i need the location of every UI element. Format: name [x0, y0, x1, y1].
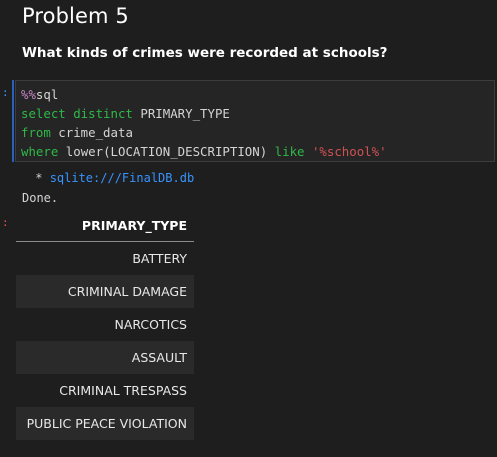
code-from-keyword: from [21, 125, 51, 140]
code-text[interactable]: %%sql select distinct PRIMARY_TYPE from … [21, 85, 387, 161]
connection-prefix: * [28, 171, 50, 185]
table-row: BATTERY [16, 242, 194, 276]
output-prompt: : [2, 216, 9, 229]
table-cell: BATTERY [132, 251, 187, 266]
problem-heading: Problem 5 [22, 4, 129, 28]
notebook-page: Problem 5 What kinds of crimes were reco… [0, 0, 497, 457]
code-from-table: crime_data [50, 125, 133, 140]
connection-line: * sqlite:///FinalDB.db [28, 171, 194, 185]
table-cell: NARCOTICS [114, 317, 187, 332]
connection-url[interactable]: sqlite:///FinalDB.db [50, 171, 195, 185]
problem-question: What kinds of crimes were recorded at sc… [22, 45, 388, 61]
code-magic-prefix: %% [21, 87, 36, 102]
table-cell: CRIMINAL DAMAGE [16, 275, 194, 308]
result-table: PRIMARY_TYPE BATTERY CRIMINAL DAMAGE NAR… [16, 209, 194, 440]
table-row: NARCOTICS [16, 308, 194, 341]
code-select-column: PRIMARY_TYPE [132, 106, 230, 121]
table-row: ASSAULT [16, 341, 194, 374]
table-row: PUBLIC PEACE VIOLATION [16, 407, 194, 440]
cell-focus-bar [12, 80, 14, 162]
table-cell: ASSAULT [16, 341, 194, 374]
code-select-keyword: select distinct [21, 106, 133, 121]
table-cell: PUBLIC PEACE VIOLATION [16, 407, 194, 440]
code-magic-word: sql [35, 87, 59, 102]
code-cell-editor[interactable]: %%sql select distinct PRIMARY_TYPE from … [15, 80, 495, 162]
column-header-primary-type: PRIMARY_TYPE [16, 209, 194, 242]
code-pattern-string: '%school%' [311, 144, 387, 159]
code-where-keyword: where [21, 144, 59, 159]
code-where-expr: lower(LOCATION_DESCRIPTION) [58, 144, 275, 159]
done-status: Done. [22, 191, 59, 205]
table-row: CRIMINAL TRESPASS [16, 374, 194, 407]
table-header-row: PRIMARY_TYPE [16, 209, 194, 242]
table-cell: CRIMINAL TRESPASS [59, 383, 187, 398]
input-prompt: : [2, 86, 9, 99]
code-like-keyword: like [274, 144, 305, 159]
table-row: CRIMINAL DAMAGE [16, 275, 194, 308]
